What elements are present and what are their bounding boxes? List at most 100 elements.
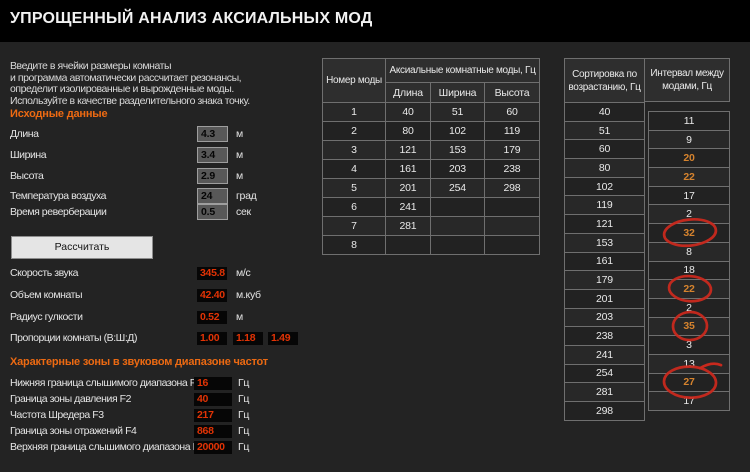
zone-value-2: 40 xyxy=(194,393,232,406)
sorted-frequency-cell: 201 xyxy=(565,289,645,308)
sorted-frequency-cell: 121 xyxy=(565,215,645,234)
interval-value-cell: 17 xyxy=(649,392,730,411)
sorted-frequencies-table: Сортировка по возрастанию, Гц40516080102… xyxy=(564,58,645,421)
modes-cell: 102 xyxy=(431,122,485,141)
modes-cell xyxy=(431,236,485,255)
modes-cell: 179 xyxy=(485,141,540,160)
axial-modes-table: Номер модыАксиальные комнатные моды, ГцД… xyxy=(322,58,540,255)
instructions-line: определит изолированные и вырожденные мо… xyxy=(10,84,250,96)
output-unit-2: м.куб xyxy=(236,289,261,301)
interval-value-cell: 9 xyxy=(649,130,730,149)
sorted-frequency-cell: 60 xyxy=(565,140,645,159)
modes-cell xyxy=(386,236,431,255)
interval-row: 20 xyxy=(649,149,730,168)
modes-cell: 51 xyxy=(431,103,485,122)
modes-col-number-header: Номер моды xyxy=(323,59,386,103)
sorted-frequency-cell: 119 xyxy=(565,196,645,215)
interval-row: 11 xyxy=(649,112,730,131)
modes-cell: 119 xyxy=(485,122,540,141)
interval-value-cell: 8 xyxy=(649,242,730,261)
output-value-4-2: 1.18 xyxy=(233,332,263,345)
output-value-2-1: 42.40 xyxy=(197,289,227,302)
modes-cell: 1 xyxy=(323,103,386,122)
sorted-row: 254 xyxy=(565,364,645,383)
modes-cell: 6 xyxy=(323,198,386,217)
interval-value-cell: 3 xyxy=(649,336,730,355)
interval-row: 32 xyxy=(649,224,730,243)
output-label-1: Скорость звука xyxy=(10,267,78,279)
interval-row: 2 xyxy=(649,205,730,224)
input-field-3[interactable]: 2.9 xyxy=(197,168,228,184)
sorted-frequency-cell: 80 xyxy=(565,159,645,178)
input-unit-4: град xyxy=(236,190,256,202)
input-unit-2: м xyxy=(236,149,243,161)
modes-cell: 80 xyxy=(386,122,431,141)
input-unit-5: сек xyxy=(236,206,251,218)
output-value-4-1: 1.00 xyxy=(197,332,227,345)
zone-label-1: Нижняя граница слышимого диапазона F1 xyxy=(10,377,201,389)
sorted-row: 161 xyxy=(565,252,645,271)
modes-cell: 201 xyxy=(386,179,431,198)
sorted-frequency-cell: 51 xyxy=(565,121,645,140)
sorted-row: 238 xyxy=(565,327,645,346)
modes-table-row: 8 xyxy=(323,236,540,255)
interval-value-cell: 22 xyxy=(649,280,730,299)
instructions-line: Используйте в качестве разделительного з… xyxy=(10,96,250,108)
interval-value-cell: 27 xyxy=(649,373,730,392)
sorted-row: 203 xyxy=(565,308,645,327)
output-label-2: Объем комнаты xyxy=(10,289,82,301)
sorted-row: 119 xyxy=(565,196,645,215)
input-field-2[interactable]: 3.4 xyxy=(197,147,228,163)
input-label-5: Время реверберации xyxy=(10,206,106,218)
input-field-5[interactable]: 0.5 xyxy=(197,204,228,220)
sorted-row: 298 xyxy=(565,402,645,421)
modes-cell xyxy=(485,236,540,255)
input-unit-3: м xyxy=(236,170,243,182)
axial-modes-analyzer-app: УПРОЩЕННЫЙ АНАЛИЗ АКСИАЛЬНЫХ МОД Введите… xyxy=(0,0,750,472)
input-label-3: Высота xyxy=(10,170,43,182)
top-bar: УПРОЩЕННЫЙ АНАЛИЗ АКСИАЛЬНЫХ МОД xyxy=(0,0,750,42)
interval-row: 22 xyxy=(649,280,730,299)
modes-cell: 3 xyxy=(323,141,386,160)
zone-unit-1: Гц xyxy=(238,377,249,389)
modes-cell: 153 xyxy=(431,141,485,160)
sorted-row: 281 xyxy=(565,383,645,402)
interval-row: 22 xyxy=(649,168,730,187)
interval-value-cell: 32 xyxy=(649,224,730,243)
interval-row: 35 xyxy=(649,317,730,336)
modes-cell: 40 xyxy=(386,103,431,122)
zone-unit-5: Гц xyxy=(238,441,249,453)
modes-cell: 2 xyxy=(323,122,386,141)
zone-label-2: Граница зоны давления F2 xyxy=(10,393,131,405)
interval-value-cell: 20 xyxy=(649,149,730,168)
sorted-row: 121 xyxy=(565,215,645,234)
input-label-4: Температура воздуха xyxy=(10,190,106,202)
output-label-4: Пропорции комнаты (В:Ш:Д) xyxy=(10,332,137,344)
output-value-4-3: 1.49 xyxy=(268,332,298,345)
interval-row: 8 xyxy=(649,242,730,261)
input-field-1[interactable]: 4.3 xyxy=(197,126,228,142)
modes-cell xyxy=(485,217,540,236)
modes-cell xyxy=(431,198,485,217)
modes-cell: 4 xyxy=(323,160,386,179)
input-unit-1: м xyxy=(236,128,243,140)
calculate-button[interactable]: Рассчитать xyxy=(11,236,153,259)
interval-value-cell: 17 xyxy=(649,186,730,205)
sorted-frequency-cell: 298 xyxy=(565,402,645,421)
sorted-row: 201 xyxy=(565,289,645,308)
interval-row: 27 xyxy=(649,373,730,392)
modes-table-row: 5201254298 xyxy=(323,179,540,198)
modes-table-row: 4161203238 xyxy=(323,160,540,179)
output-value-1-1: 345.8 xyxy=(197,267,227,280)
sorted-frequency-cell: 203 xyxy=(565,308,645,327)
output-label-3: Радиус гулкости xyxy=(10,311,83,323)
page-title: УПРОЩЕННЫЙ АНАЛИЗ АКСИАЛЬНЫХ МОД xyxy=(10,10,372,28)
zone-unit-3: Гц xyxy=(238,409,249,421)
input-field-4[interactable]: 24 xyxy=(197,188,228,204)
modes-table-row: 7281 xyxy=(323,217,540,236)
sorted-row: 102 xyxy=(565,177,645,196)
sorted-row: 80 xyxy=(565,159,645,178)
intervals-table-header: Интервал между модами, Гц xyxy=(644,58,730,102)
interval-row: 3 xyxy=(649,336,730,355)
sorted-frequency-cell: 153 xyxy=(565,233,645,252)
